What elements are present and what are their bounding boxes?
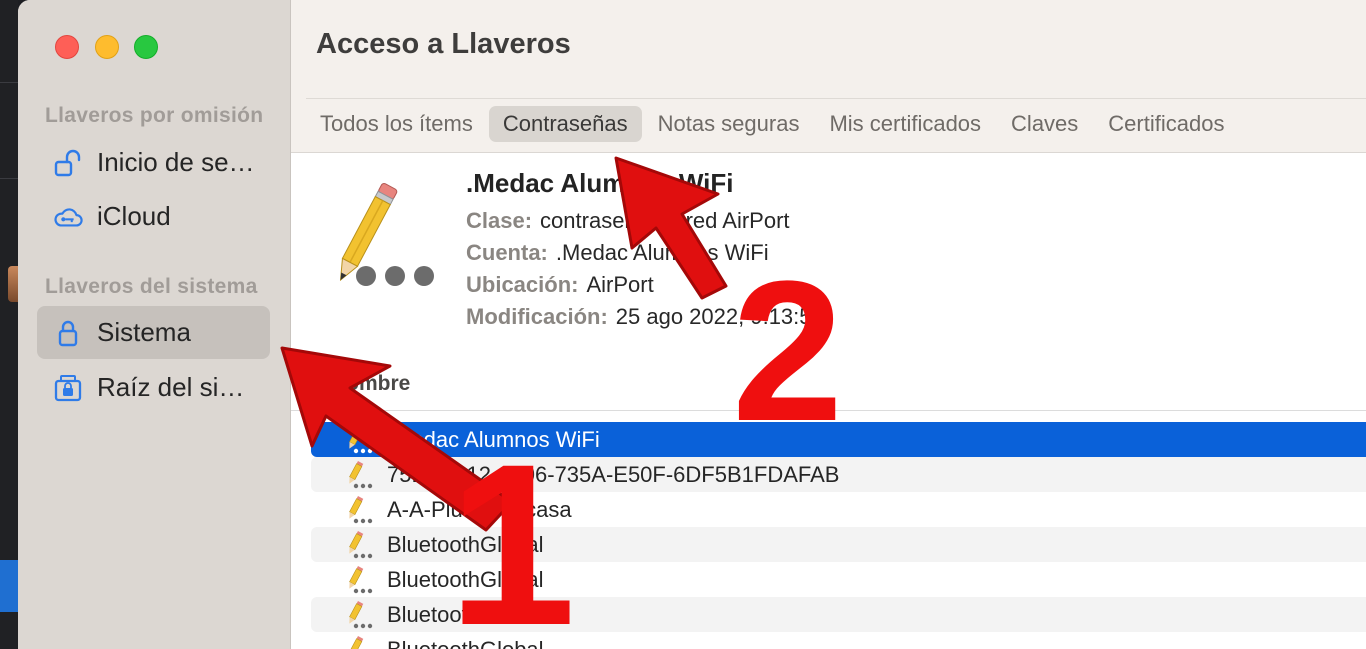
tab-my-certificates[interactable]: Mis certificados xyxy=(815,106,995,142)
sidebar: Llaveros por omisión Inicio de se… iClou… xyxy=(18,0,291,649)
padlock-icon xyxy=(53,318,83,348)
tab-all-items[interactable]: Todos los ítems xyxy=(306,106,487,142)
tab-secure-notes[interactable]: Notas seguras xyxy=(644,106,814,142)
toolbar-divider xyxy=(306,98,1366,99)
toolbar: Acceso a Llaveros Todos los ítems Contra… xyxy=(291,0,1366,153)
keychain-window: Llaveros por omisión Inicio de se… iClou… xyxy=(18,0,1366,649)
sidebar-item-login[interactable]: Inicio de se… xyxy=(37,136,270,189)
tab-passwords[interactable]: Contraseñas xyxy=(488,106,642,142)
sidebar-item-label: Sistema xyxy=(97,317,191,347)
sidebar-item-label: Raíz del sist… xyxy=(97,372,257,402)
list-header-divider xyxy=(291,410,1366,411)
detail-label: Ubicación: xyxy=(466,272,579,297)
row-label: BluetoothGlobal xyxy=(387,531,544,557)
sidebar-item-system-roots[interactable]: Raíz del sist… xyxy=(37,361,270,414)
pencil-password-icon xyxy=(349,530,373,558)
sidebar-item-system[interactable]: Sistema xyxy=(37,306,270,359)
detail-value: contraseña de red AirPort xyxy=(540,208,790,233)
desktop-background xyxy=(0,0,18,649)
sidebar-item-icloud[interactable]: iCloud xyxy=(37,190,270,243)
pencil-password-icon xyxy=(349,495,373,523)
zoom-window-button[interactable] xyxy=(134,35,158,59)
desktop-divider xyxy=(0,178,18,179)
detail-value: AirPort xyxy=(586,272,654,297)
table-row[interactable]: BluetoothGlobal xyxy=(311,597,1366,632)
pencil-password-icon xyxy=(349,425,373,453)
desktop-divider xyxy=(0,82,18,83)
row-label: BluetoothGlobal xyxy=(387,636,544,649)
detail-label: Clase: xyxy=(466,208,533,233)
pencil-password-icon xyxy=(349,565,373,593)
root-vault-icon xyxy=(53,373,83,403)
category-tabs: Todos los ítems Contraseñas Notas segura… xyxy=(306,106,1240,142)
pencil-password-icon xyxy=(349,600,373,628)
table-row[interactable]: BluetoothGlobal xyxy=(311,562,1366,597)
table-row[interactable]: .Medac Alumnos WiFi xyxy=(311,422,1366,457)
detail-value: .Medac Alumnos WiFi xyxy=(555,240,769,265)
row-label: 75EC0312-3806-735A-E50F-6DF5B1FDAFAB xyxy=(387,461,840,487)
sidebar-section-system-keychains: Llaveros del sistema xyxy=(45,275,258,298)
pencil-password-icon xyxy=(321,178,437,296)
cloud-lock-icon xyxy=(53,202,83,232)
table-row[interactable]: A-A-Plus-Wifi-casa xyxy=(311,492,1366,527)
row-label: BluetoothGlobal xyxy=(387,566,544,592)
row-label: BluetoothGlobal xyxy=(387,601,544,627)
row-label: .Medac Alumnos WiFi xyxy=(387,426,600,452)
table-row[interactable]: BluetoothGlobal xyxy=(311,527,1366,562)
minimize-window-button[interactable] xyxy=(95,35,119,59)
window-title: Acceso a Llaveros xyxy=(316,28,571,60)
close-window-button[interactable] xyxy=(55,35,79,59)
detail-row-location: Ubicación: AirPort xyxy=(466,269,824,301)
column-header-name[interactable]: Nombre xyxy=(331,372,410,396)
unlocked-padlock-icon xyxy=(53,148,83,178)
table-row[interactable]: 75EC0312-3806-735A-E50F-6DF5B1FDAFAB xyxy=(311,457,1366,492)
sidebar-item-label: Inicio de se… xyxy=(97,147,255,177)
sidebar-section-default-keychains: Llaveros por omisión xyxy=(45,104,264,127)
sidebar-item-label: iCloud xyxy=(97,201,171,231)
row-label: A-A-Plus-Wifi-casa xyxy=(387,496,572,522)
detail-label: Cuenta: xyxy=(466,240,548,265)
detail-row-account: Cuenta: .Medac Alumnos WiFi xyxy=(466,237,824,269)
table-row[interactable]: BluetoothGlobal xyxy=(311,632,1366,649)
tab-certificates[interactable]: Certificados xyxy=(1094,106,1238,142)
item-name: .Medac Alumnos WiFi xyxy=(466,168,734,198)
desktop-blue-edge xyxy=(0,560,18,612)
detail-row-modified: Modificación: 25 ago 2022, 9:13:59 xyxy=(466,301,824,333)
detail-row-class: Clase: contraseña de red AirPort xyxy=(466,205,824,237)
items-list: .Medac Alumnos WiFi 75EC0312-3806-735A-E… xyxy=(311,422,1366,649)
tab-keys[interactable]: Claves xyxy=(997,106,1092,142)
main-pane: Acceso a Llaveros Todos los ítems Contra… xyxy=(291,0,1366,649)
detail-label: Modificación: xyxy=(466,304,608,329)
pencil-password-icon xyxy=(349,635,364,649)
detail-panel: .Medac Alumnos WiFi Clase: contraseña de … xyxy=(466,168,824,333)
desktop-avatar-edge xyxy=(8,266,18,302)
detail-value: 25 ago 2022, 9:13:59 xyxy=(615,304,824,329)
pencil-password-icon xyxy=(349,460,373,488)
